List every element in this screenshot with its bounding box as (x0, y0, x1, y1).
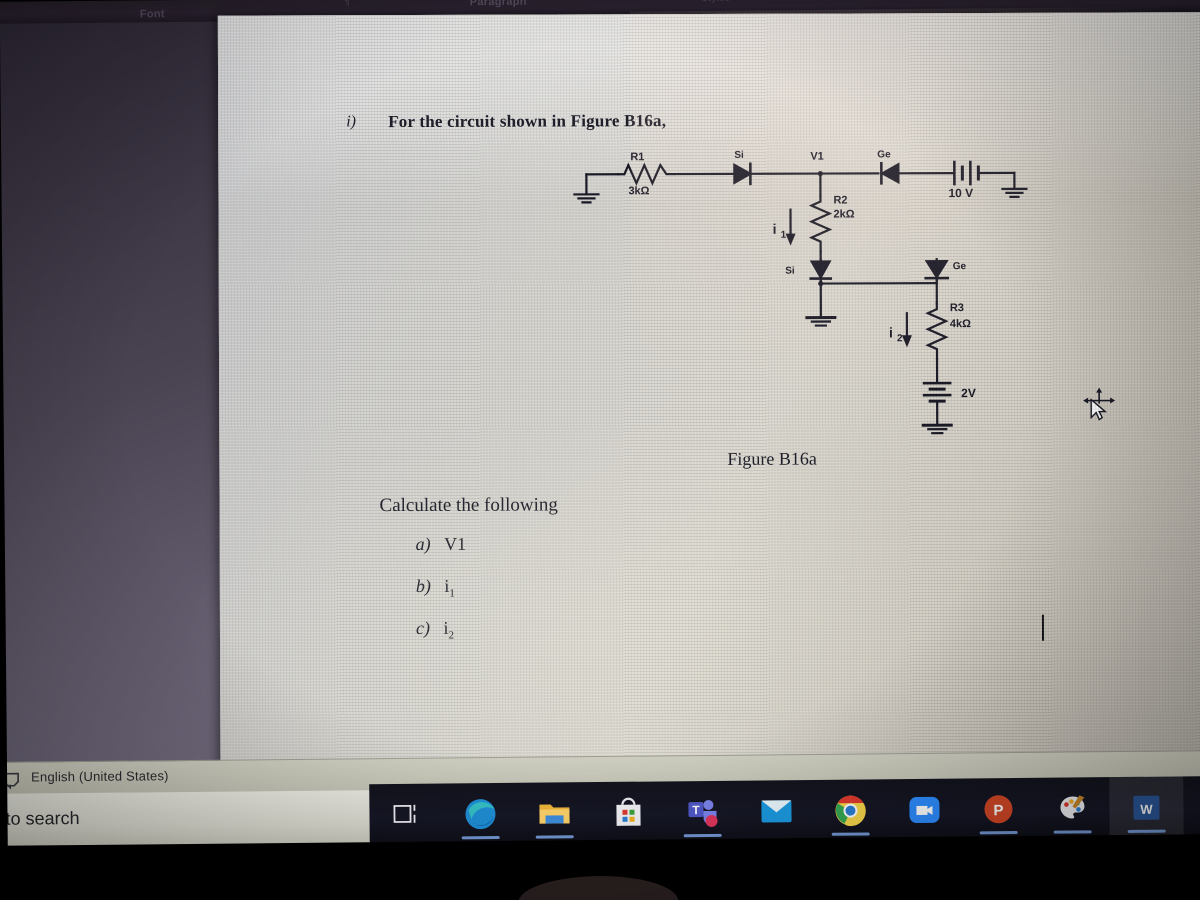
list-item-b-letter: b) (415, 575, 431, 596)
label-r1-name: R1 (630, 151, 644, 163)
svg-text:P: P (993, 802, 1003, 819)
list-item-c-sub: 2 (448, 629, 454, 642)
list-item-a: a) V1 (416, 534, 467, 555)
label-r3-name: R3 (950, 302, 964, 314)
label-r1-value: 3kΩ (628, 185, 649, 197)
screen-tilt-wrapper: Font ¶ Paragraph Styles i) For the circu… (0, 0, 1200, 900)
label-diode-ge-series: Ge (877, 149, 891, 160)
taskbar-running-indicator (979, 831, 1018, 835)
list-item-c: c) i2 (416, 618, 454, 642)
edge-icon[interactable] (463, 797, 498, 831)
taskbar-running-indicator (1053, 830, 1092, 834)
taskbar-running-indicator (461, 835, 500, 840)
list-item-a-letter: a) (415, 533, 431, 554)
list-item-b: b) i1 (416, 576, 455, 600)
ribbon-group-font-label: Font (139, 8, 165, 21)
search-placeholder[interactable]: to search (5, 808, 79, 830)
status-language-label[interactable]: English (United States) (31, 768, 169, 784)
label-current-i1-sub: 1 (781, 230, 787, 241)
label-current-i2-sub: 2 (897, 333, 903, 344)
taskbar-running-indicator (535, 835, 574, 839)
taskbar-running-indicator (683, 833, 722, 838)
list-item-b-sub: 1 (449, 587, 455, 600)
label-r3-value: 4kΩ (950, 318, 971, 330)
question-text: For the circuit shown in Figure B16a, (388, 111, 667, 132)
ribbon-group-styles-label: Styles (702, 0, 730, 3)
store-icon[interactable] (613, 797, 643, 829)
mail-icon[interactable] (759, 797, 793, 825)
paint-icon[interactable] (1056, 792, 1088, 824)
word-icon[interactable]: W (1131, 793, 1161, 823)
label-diode-si-shunt: Si (785, 266, 795, 277)
taskbar-running-indicator (831, 832, 870, 836)
text-caret (1041, 614, 1045, 641)
taskbar-item-task-view[interactable] (369, 784, 444, 847)
svg-text:T: T (692, 803, 700, 817)
taskbar-item-microsoft-teams[interactable]: T (665, 781, 740, 844)
taskbar-item-powerpoint[interactable]: P (961, 778, 1036, 841)
taskbar-item-mail[interactable] (739, 780, 814, 843)
label-r2-name: R2 (833, 194, 847, 206)
label-current-i1: i (773, 221, 777, 237)
taskbar-item-microsoft-edge[interactable] (443, 783, 518, 846)
figure-caption: Figure B16a (727, 448, 817, 469)
svg-text:W: W (1140, 802, 1153, 817)
ribbon-group-paragraph-label: Paragraph (469, 0, 527, 9)
taskbar-item-microsoft-store[interactable] (591, 781, 666, 844)
ribbon-group-small-label: ¶ (344, 0, 351, 7)
zoom-icon[interactable] (908, 794, 940, 826)
circuit-diagram: R1 3kΩ Si V1 Ge 10 V R2 2kΩ Si Ge R3 4kΩ… (573, 149, 1028, 435)
label-diode-ge-shunt: Ge (953, 261, 967, 272)
taskbar-running-indicator (1127, 829, 1166, 833)
taskbar-item-file-explorer[interactable] (517, 782, 592, 845)
mouse-cursor (1083, 387, 1116, 421)
label-r2-value: 2kΩ (833, 208, 854, 220)
chrome-icon[interactable] (833, 793, 867, 827)
task-view-icon[interactable] (392, 802, 420, 828)
taskbar-item-google-chrome[interactable] (813, 779, 888, 842)
list-item-a-label: V1 (444, 533, 467, 554)
teams-icon[interactable]: T (685, 796, 719, 828)
label-source-10v: 10 V (948, 186, 973, 200)
photographed-screen: Font ¶ Paragraph Styles i) For the circu… (0, 0, 1200, 900)
taskbar-item-word[interactable]: W (1109, 776, 1184, 840)
label-source-2v: 2V (961, 386, 976, 400)
list-item-c-letter: c) (415, 617, 430, 638)
label-node-v1: V1 (810, 151, 824, 163)
calculate-heading: Calculate the following (379, 494, 558, 517)
taskbar-item-zoom[interactable] (887, 779, 962, 842)
question-marker: i) (346, 113, 356, 131)
taskbar-item-paint[interactable] (1035, 777, 1110, 840)
file-explorer-icon[interactable] (537, 798, 571, 828)
powerpoint-icon[interactable]: P (982, 793, 1014, 825)
document-page[interactable]: i) For the circuit shown in Figure B16a, (217, 12, 1200, 776)
label-current-i2: i (889, 324, 893, 340)
label-diode-si-series: Si (734, 150, 744, 161)
